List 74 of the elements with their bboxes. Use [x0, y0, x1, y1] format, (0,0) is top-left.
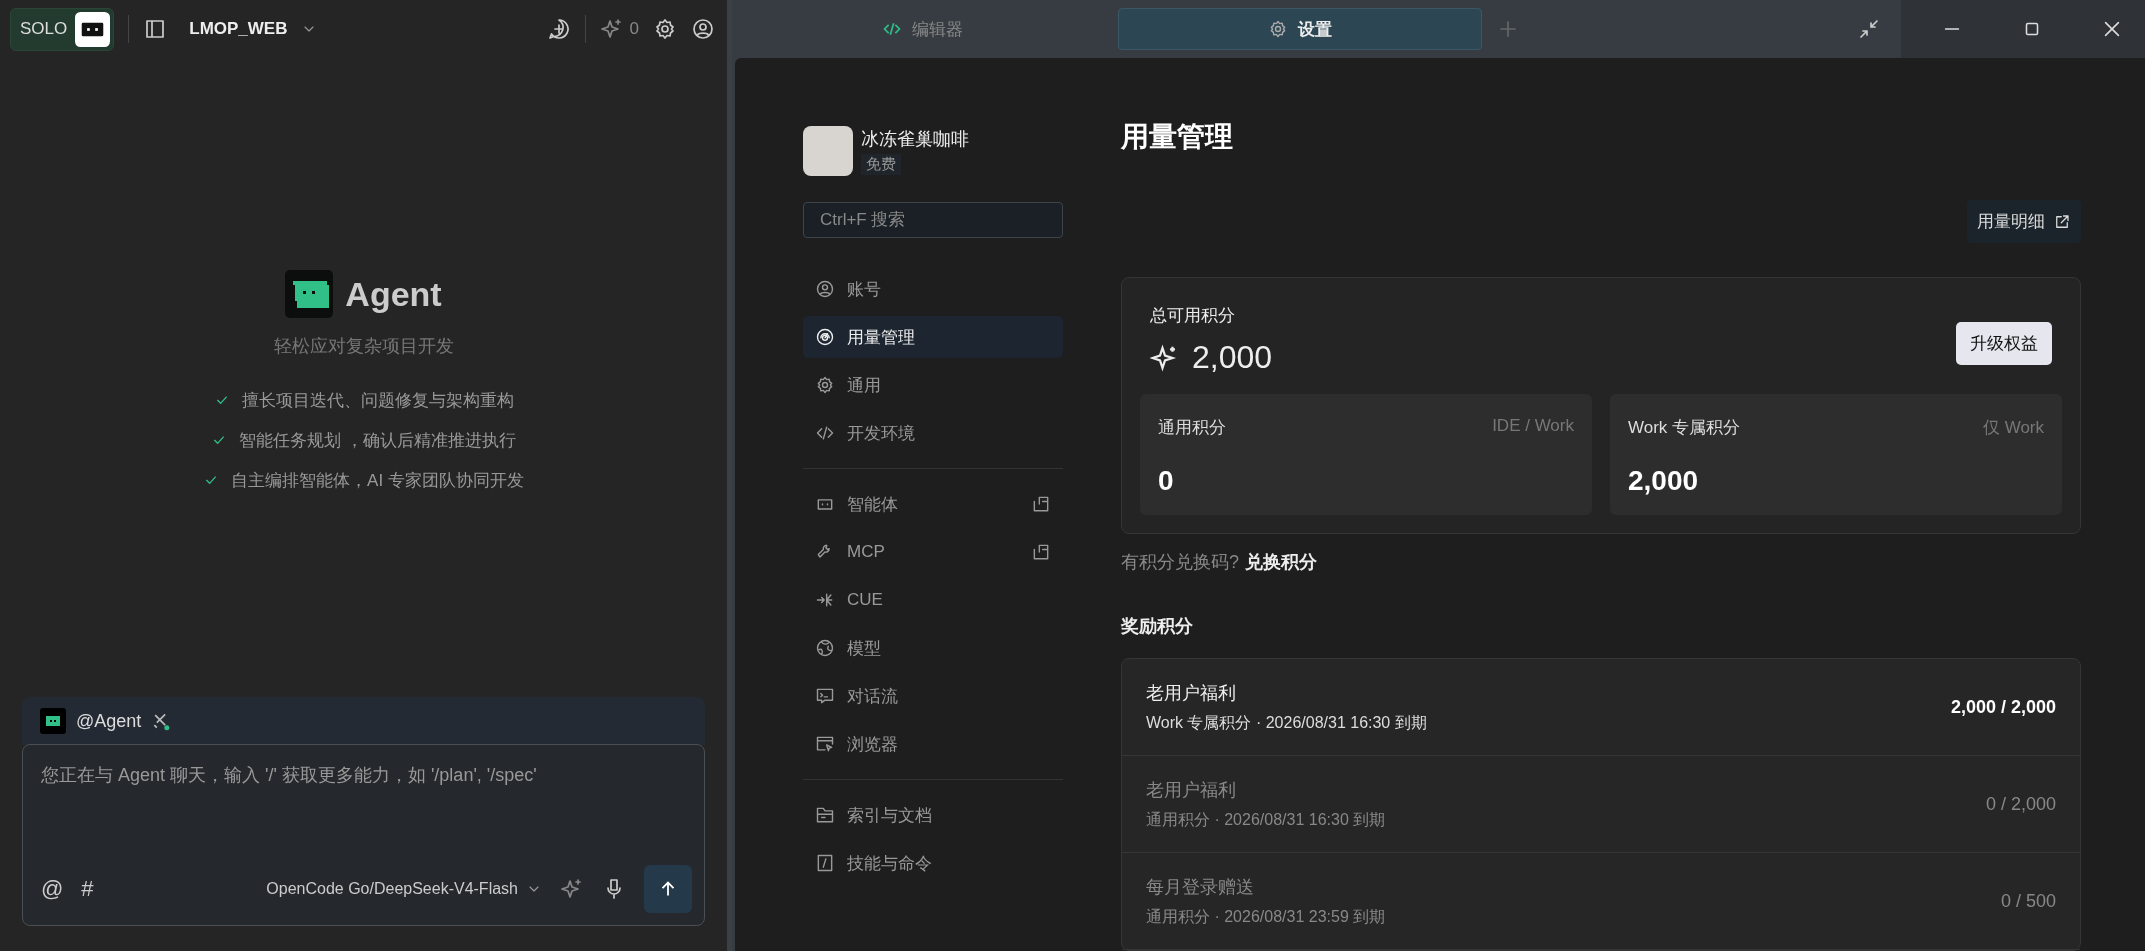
settings-nav-item[interactable]: CUE — [803, 579, 1063, 621]
avatar — [803, 126, 853, 176]
model-selector[interactable]: OpenCode Go/DeepSeek-V4-Flash — [266, 880, 518, 898]
sparkle-icon[interactable] — [560, 877, 584, 901]
nav-icon — [815, 853, 835, 873]
tools-icon — [151, 711, 172, 731]
balance-value: 0 — [1158, 465, 1175, 497]
collapse-icon[interactable] — [1857, 17, 1881, 41]
balance-value: 2,000 — [1628, 465, 1700, 497]
plan-badge: 免费 — [861, 154, 901, 175]
settings-nav-item[interactable]: 技能与命令 — [803, 842, 1063, 884]
agent-subtitle: 轻松应对复杂项目开发 — [273, 335, 454, 358]
total-credits-label: 总可用积分 — [1150, 305, 1236, 327]
context-button[interactable]: # — [81, 876, 94, 902]
settings-nav-item[interactable]: 索引与文档 — [803, 794, 1063, 836]
feature-text: 智能任务规划 ，确认后精准推进执行 — [239, 429, 516, 452]
settings-nav-item[interactable]: 用量管理 — [803, 316, 1063, 358]
settings-icon[interactable] — [653, 17, 677, 41]
reward-detail: 通用积分 · 2026/08/31 23:59 到期 — [1146, 906, 1387, 927]
feature-text: 擅长项目迭代、问题修复与架构重构 — [241, 389, 514, 412]
reward-name: 每月登录赠送 — [1146, 875, 1255, 899]
reward-name: 老用户福利 — [1146, 681, 1237, 705]
send-button[interactable] — [644, 865, 692, 913]
nav-icon — [815, 279, 835, 299]
redeem-prompt: 有积分兑换码? — [1121, 551, 1239, 574]
agent-title: Agent — [345, 274, 442, 314]
search-field[interactable]: Ctrl+F 搜索 — [803, 202, 1063, 238]
settings-nav-item[interactable]: 开发环境 — [803, 412, 1063, 454]
mention-button[interactable]: @ — [41, 876, 64, 902]
user-name: 冰冻雀巢咖啡 — [861, 128, 969, 151]
reward-name: 老用户福利 — [1146, 778, 1237, 802]
settings-nav-item[interactable]: 浏览器 — [803, 723, 1063, 765]
agent-logo-icon — [40, 708, 66, 734]
balance-scope: IDE / Work — [1492, 416, 1574, 437]
credits-count: 0 — [629, 19, 639, 39]
reward-detail: 通用积分 · 2026/08/31 16:30 到期 — [1146, 809, 1387, 830]
feature-text: 自主编排智能体，AI 专家团队协同开发 — [231, 469, 524, 492]
nav-icon — [815, 375, 835, 395]
reward-amount: 0 / 2,000 — [1985, 793, 2056, 815]
balance-label: 通用积分 — [1158, 417, 1226, 439]
tab[interactable]: 设置 — [1118, 8, 1482, 50]
upgrade-button[interactable]: 升级权益 — [1956, 322, 2052, 365]
reward-amount: 0 / 500 — [2000, 890, 2056, 912]
account-icon[interactable] — [691, 17, 715, 41]
settings-icon — [1268, 19, 1288, 39]
redeem-link[interactable]: 兑换积分 — [1245, 550, 1317, 574]
usage-details-button[interactable]: 用量明细 — [1967, 200, 2081, 243]
external-link-icon — [2053, 212, 2071, 231]
agent-logo-icon — [285, 270, 334, 318]
section-title: 奖励积分 — [1121, 615, 1194, 638]
robot-icon — [75, 11, 111, 47]
settings-nav-item[interactable]: 智能体 — [803, 483, 1063, 525]
settings-nav-item[interactable]: 通用 — [803, 364, 1063, 406]
settings-nav-item[interactable]: 对话流 — [803, 675, 1063, 717]
total-credits-value: 2,000 — [1192, 339, 1273, 376]
nav-icon — [815, 638, 835, 658]
agent-mention[interactable]: @Agent — [76, 710, 142, 732]
balance-scope: 仅 Work — [1982, 417, 2044, 439]
nav-icon — [815, 805, 835, 825]
nav-icon — [815, 734, 835, 754]
chat-input-field[interactable]: 您正在与 Agent 聊天，输入 '/' 获取更多能力，如 '/plan', '/spec' @ # OpenCode Go/DeepSeek-V4-Flash — [22, 744, 705, 926]
sparkle-icon[interactable] — [599, 17, 624, 41]
nav-icon — [815, 423, 835, 443]
settings-nav-item[interactable]: MCP — [803, 531, 1063, 573]
settings-nav-item[interactable]: 模型 — [803, 627, 1063, 669]
nav-icon — [815, 327, 835, 347]
page-title: 用量管理 — [1121, 120, 1234, 154]
settings-nav-item[interactable]: 账号 — [803, 268, 1063, 310]
nav-icon — [815, 686, 835, 706]
solo-mode-badge[interactable]: SOLO — [10, 7, 115, 51]
balance-label: Work 专属积分 — [1628, 417, 1741, 439]
project-name[interactable]: LMOP_WEB — [189, 19, 288, 39]
reward-amount: 2,000 / 2,000 — [1950, 696, 2056, 718]
reward-detail: Work 专属积分 · 2026/08/31 16:30 到期 — [1146, 712, 1428, 733]
